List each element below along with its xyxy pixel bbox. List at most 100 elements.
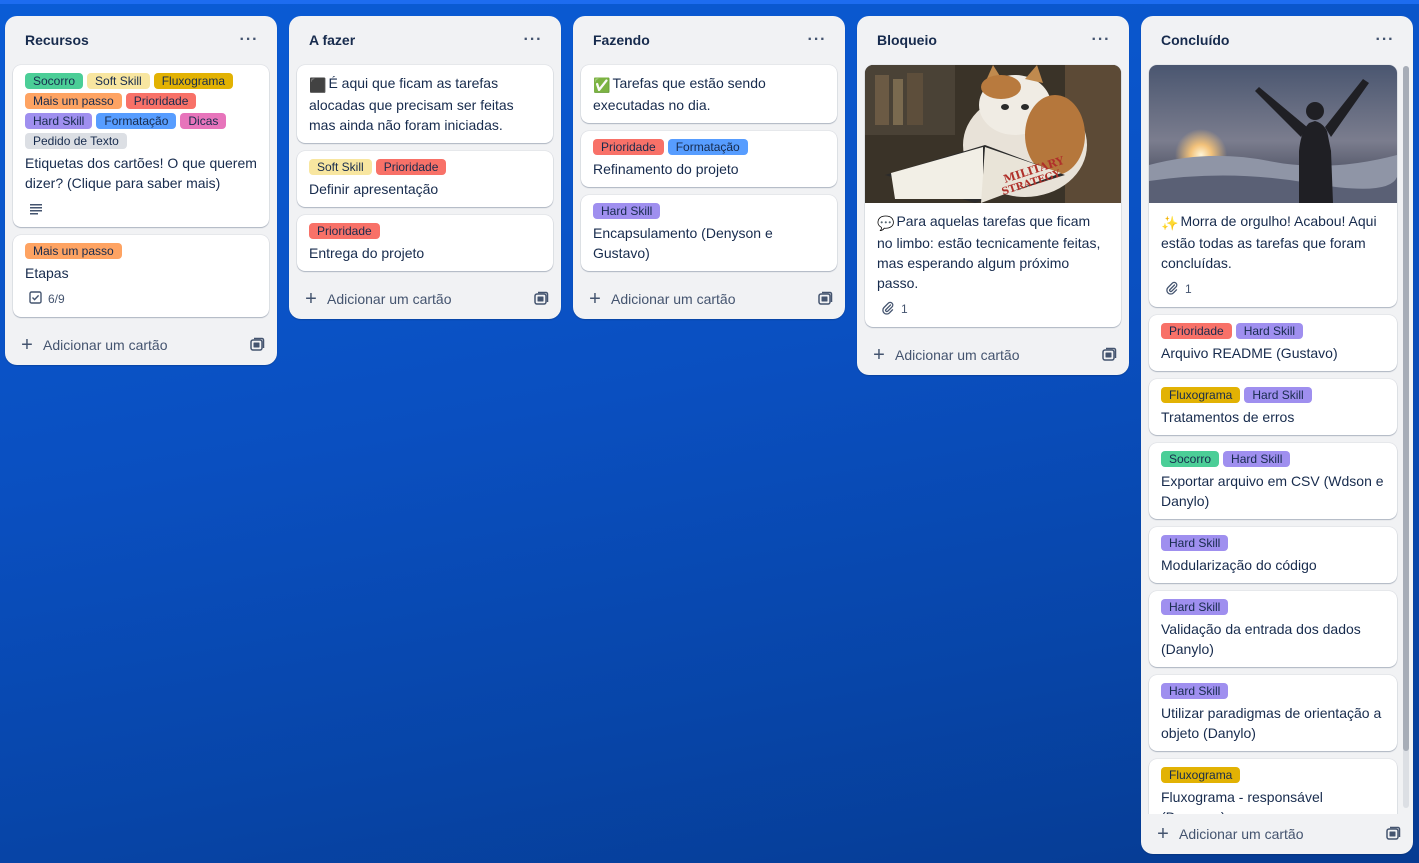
label-hard-skill[interactable]: Hard Skill: [1161, 535, 1229, 551]
card[interactable]: Hard Skill Modularização do código: [1149, 527, 1397, 583]
add-card-row: + Adicionar um cartão: [1141, 814, 1413, 854]
ellipsis-icon[interactable]: ···: [1369, 24, 1401, 56]
label-prioridade[interactable]: Prioridade: [1161, 323, 1232, 339]
emoji-icon: ✨: [1161, 215, 1179, 231]
label-hard-skill[interactable]: Hard Skill: [1223, 451, 1291, 467]
card-title-text: Tratamentos de erros: [1161, 409, 1295, 425]
emoji-icon: ✅: [593, 77, 611, 93]
label-soft-skill[interactable]: Soft Skill: [87, 73, 150, 89]
list-bloqueio: Bloqueio ··· MILITARY STRATEGY 💬 Para aquelas…: [857, 16, 1129, 375]
card-template-icon[interactable]: [817, 291, 833, 307]
label-prioridade[interactable]: Prioridade: [375, 159, 447, 175]
label-socorro[interactable]: Socorro: [25, 73, 84, 89]
card-title: Definir apresentação: [309, 179, 541, 199]
checklist-badge: 6/9: [25, 291, 65, 307]
label-hard-skill[interactable]: Hard Skill: [25, 113, 93, 129]
card-title: Tratamentos de erros: [1161, 407, 1385, 427]
card-template-icon[interactable]: [249, 337, 265, 353]
ellipsis-icon[interactable]: ···: [1085, 24, 1117, 56]
label-dicas[interactable]: Dicas: [180, 113, 227, 129]
attachment-count: 1: [901, 302, 908, 316]
card-labels: Hard Skill: [593, 203, 825, 219]
card-title: Etiquetas dos cartões! O que querem dize…: [25, 153, 257, 193]
card-title: Exportar arquivo em CSV (Wdson e Danylo): [1161, 471, 1385, 511]
label-socorro[interactable]: Socorro: [1161, 451, 1220, 467]
card[interactable]: Socorro Soft Skill Fluxograma Mais um passo…: [13, 65, 269, 227]
emoji-icon: 💬: [877, 215, 895, 231]
card[interactable]: Socorro Hard Skill Exportar arquivo em CSV…: [1149, 443, 1397, 519]
card-labels: Mais um passo: [25, 243, 257, 259]
label-formatacao[interactable]: Formatação: [667, 139, 748, 155]
card[interactable]: Prioridade Entrega do projeto: [297, 215, 553, 271]
card[interactable]: Soft Skill Prioridade Definir apresentação: [297, 151, 553, 207]
card-list: ✅ Tarefas que estão sendo executadas no d…: [573, 64, 845, 271]
card[interactable]: Fluxograma Hard Skill Tratamentos de erros: [1149, 379, 1397, 435]
list-header: Concluído ···: [1141, 16, 1413, 64]
card[interactable]: ⬛ É aqui que ficam as tarefas alocadas qu…: [297, 65, 553, 143]
card-title: Utilizar paradigmas de orientação a obje…: [1161, 703, 1385, 743]
label-hard-skill[interactable]: Hard Skill: [593, 203, 661, 219]
label-fluxograma[interactable]: Fluxograma: [153, 73, 234, 89]
card-title: Validação da entrada dos dados (Danylo): [1161, 619, 1385, 659]
add-card-button[interactable]: + Adicionar um cartão: [587, 289, 735, 309]
card[interactable]: ✅ Tarefas que estão sendo executadas no d…: [581, 65, 837, 123]
ellipsis-icon[interactable]: ···: [801, 24, 833, 56]
label-prioridade[interactable]: Prioridade: [125, 93, 197, 109]
description-icon: [25, 202, 43, 216]
list-title[interactable]: A fazer: [309, 32, 355, 48]
list-title[interactable]: Fazendo: [593, 32, 650, 48]
card-title-text: Refinamento do projeto: [593, 161, 739, 177]
card-title: Etapas: [25, 263, 257, 283]
label-prioridade[interactable]: Prioridade: [309, 223, 380, 239]
card[interactable]: Prioridade Hard Skill Arquivo README (Gust…: [1149, 315, 1397, 371]
list-scrollbar[interactable]: [1403, 66, 1409, 808]
label-pedido-de-texto[interactable]: Pedido de Texto: [25, 133, 127, 149]
plus-icon: +: [305, 288, 317, 310]
label-hard-skill[interactable]: Hard Skill: [1161, 599, 1229, 615]
card[interactable]: MILITARY STRATEGY 💬 Para aquelas tarefas qu…: [865, 65, 1121, 327]
add-card-button[interactable]: + Adicionar um cartão: [871, 344, 1019, 366]
card[interactable]: Prioridade Formatação Refinamento do proje…: [581, 131, 837, 187]
label-fluxograma[interactable]: Fluxograma: [1161, 387, 1241, 403]
ellipsis-icon[interactable]: ···: [517, 24, 549, 56]
card-title-text: Definir apresentação: [309, 181, 439, 197]
add-card-button[interactable]: + Adicionar um cartão: [303, 288, 451, 310]
label-hard-skill[interactable]: Hard Skill: [1244, 387, 1312, 403]
card[interactable]: Hard Skill Encapsulamento (Denyson e Gust…: [581, 195, 837, 271]
add-card-row: + Adicionar um cartão: [5, 325, 277, 365]
card-labels: Prioridade Formatação: [593, 139, 825, 155]
ellipsis-icon[interactable]: ···: [233, 24, 265, 56]
card-body: ✨ Morra de orgulho! Acabou! Aqui estão to…: [1149, 203, 1397, 307]
add-card-button[interactable]: + Adicionar um cartão: [1155, 824, 1303, 844]
label-soft-skill[interactable]: Soft Skill: [309, 159, 372, 175]
label-mais-um-passo[interactable]: Mais um passo: [25, 93, 122, 109]
card[interactable]: Hard Skill Utilizar paradigmas de orienta…: [1149, 675, 1397, 751]
card-title-text: Exportar arquivo em CSV (Wdson e Danylo): [1161, 473, 1384, 509]
card-labels: Fluxograma Hard Skill: [1161, 387, 1385, 403]
card-title-text: Tarefas que estão sendo executadas no di…: [593, 75, 766, 113]
label-fluxograma[interactable]: Fluxograma: [1161, 767, 1241, 783]
label-formatacao[interactable]: Formatação: [96, 113, 177, 129]
label-mais-um-passo[interactable]: Mais um passo: [25, 243, 122, 259]
card[interactable]: Fluxograma Fluxograma - responsável (Deny…: [1149, 759, 1397, 814]
list-title[interactable]: Concluído: [1161, 32, 1229, 48]
label-prioridade[interactable]: Prioridade: [593, 139, 664, 155]
list-scrollbar-thumb[interactable]: [1403, 66, 1409, 751]
card-template-icon[interactable]: [533, 291, 549, 307]
card-title-text: Etapas: [25, 265, 69, 281]
card[interactable]: ✨ Morra de orgulho! Acabou! Aqui estão to…: [1149, 65, 1397, 307]
label-hard-skill[interactable]: Hard Skill: [1235, 323, 1304, 339]
card-labels: Socorro Hard Skill: [1161, 451, 1385, 467]
list-fazendo: Fazendo ··· ✅ Tarefas que estão sendo execu…: [573, 16, 845, 319]
paperclip-icon: [881, 301, 895, 318]
add-card-button[interactable]: + Adicionar um cartão: [19, 335, 167, 355]
label-hard-skill[interactable]: Hard Skill: [1161, 683, 1229, 699]
list-title[interactable]: Recursos: [25, 32, 89, 48]
list-title[interactable]: Bloqueio: [877, 32, 937, 48]
card[interactable]: Mais um passo Etapas 6/9: [13, 235, 269, 317]
card-template-icon[interactable]: [1385, 826, 1401, 842]
plus-icon: +: [873, 344, 885, 366]
card[interactable]: Hard Skill Validação da entrada dos dados…: [1149, 591, 1397, 667]
card-template-icon[interactable]: [1101, 347, 1117, 363]
card-labels: Fluxograma: [1161, 767, 1385, 783]
